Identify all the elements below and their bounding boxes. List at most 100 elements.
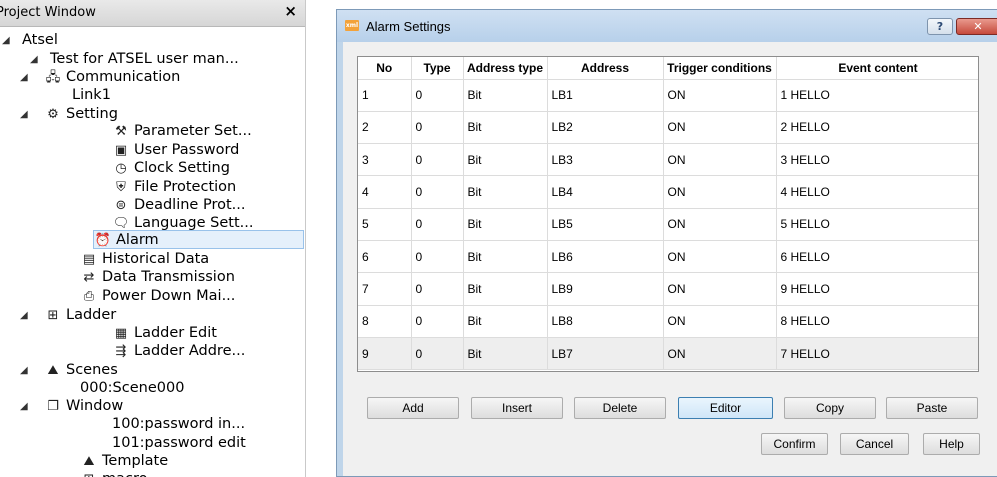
cell-no: 9 bbox=[358, 337, 412, 371]
tree-item-label: Window bbox=[66, 398, 124, 414]
tree-item-deadline-prot[interactable]: ⊜ Deadline Prot... bbox=[112, 196, 246, 215]
tree-item-communication[interactable]: ◢ 🖧 Communication bbox=[20, 68, 180, 87]
cell-no: 8 bbox=[358, 305, 412, 338]
table-row[interactable]: 2 0 Bit LB2 ON 2 HELLO bbox=[358, 111, 978, 145]
tree-item-user-password[interactable]: ▣ User Password bbox=[112, 141, 240, 160]
cell-event-content: 6 HELLO bbox=[776, 240, 978, 274]
column-header-address-type[interactable]: Address type bbox=[463, 57, 548, 80]
password-icon: ▣ bbox=[114, 143, 128, 158]
tree-item-ladder[interactable]: ◢ ⊞ Ladder bbox=[20, 306, 116, 325]
insert-button[interactable]: Insert bbox=[471, 397, 563, 419]
tree-item-label: Clock Setting bbox=[134, 160, 230, 176]
expand-toggle-icon[interactable]: ◢ bbox=[20, 68, 34, 87]
close-icon[interactable]: × bbox=[284, 2, 297, 20]
expand-toggle-icon[interactable]: ◢ bbox=[20, 105, 34, 124]
tree-item-label: Alarm bbox=[116, 232, 159, 248]
tree-item-label: Link1 bbox=[72, 87, 111, 103]
window-icon: ❐ bbox=[47, 399, 59, 414]
expand-toggle-icon[interactable]: ◢ bbox=[20, 361, 34, 380]
tree-item-label: Ladder Edit bbox=[134, 325, 217, 341]
tree-item-window[interactable]: ◢ ❐ Window bbox=[20, 397, 123, 416]
table-row[interactable]: 7 0 Bit LB9 ON 9 HELLO bbox=[358, 272, 978, 306]
template-icon: ⛰ bbox=[83, 454, 95, 469]
expand-toggle-icon[interactable]: ◢ bbox=[20, 306, 34, 325]
tree-item-clock-setting[interactable]: ◷ Clock Setting bbox=[112, 159, 230, 178]
column-header-event-content[interactable]: Event content bbox=[776, 57, 978, 80]
column-header-no[interactable]: No bbox=[358, 57, 412, 80]
cell-address-type: Bit bbox=[463, 208, 548, 241]
expand-toggle-icon[interactable]: ◢ bbox=[20, 397, 34, 416]
tree-item-setting[interactable]: ◢ ⚙ Setting bbox=[20, 105, 118, 124]
confirm-button[interactable]: Confirm bbox=[761, 433, 828, 455]
table-header-row: No Type Address type Address Trigger con… bbox=[358, 57, 978, 80]
alarm-settings-dialog: xml Alarm Settings ? ✕ No Type Address t… bbox=[336, 9, 997, 477]
tree-item-ladder-edit[interactable]: ▦ Ladder Edit bbox=[112, 324, 217, 343]
tree-item-power-down-mai[interactable]: ⎙ Power Down Mai... bbox=[80, 287, 236, 306]
alarm-table: No Type Address type Address Trigger con… bbox=[357, 56, 979, 372]
cell-type: 0 bbox=[411, 143, 464, 177]
tree-item-data-transmission[interactable]: ⇄ Data Transmission bbox=[80, 268, 235, 287]
cell-event-content: 5 HELLO bbox=[776, 208, 978, 241]
tree-item-ladder-addre[interactable]: ⇶ Ladder Addre... bbox=[112, 342, 246, 361]
macro-icon: ⊞ bbox=[80, 470, 98, 477]
cancel-button[interactable]: Cancel bbox=[840, 433, 909, 455]
cell-no: 6 bbox=[358, 240, 412, 274]
ladder-icon: ⊞ bbox=[47, 308, 59, 323]
dialog-title: Alarm Settings bbox=[366, 19, 451, 34]
cell-event-content: 2 HELLO bbox=[776, 111, 978, 145]
tree-item-label: User Password bbox=[134, 142, 240, 158]
tree-item-macro[interactable]: ⊞ macro bbox=[80, 470, 148, 477]
table-row[interactable]: 6 0 Bit LB6 ON 6 HELLO bbox=[358, 240, 978, 274]
close-icon[interactable]: ✕ bbox=[956, 18, 997, 35]
cell-type: 0 bbox=[411, 111, 464, 145]
editor-button[interactable]: Editor bbox=[678, 397, 773, 419]
tree-item-test-for-atsel[interactable]: ◢ Test for ATSEL user man... bbox=[30, 50, 239, 69]
table-row[interactable]: 5 0 Bit LB5 ON 5 HELLO bbox=[358, 208, 978, 241]
tree-item-link1[interactable]: Link1 bbox=[72, 86, 111, 105]
help-button[interactable]: Help bbox=[923, 433, 980, 455]
tree-item-parameter-set[interactable]: ⚒ Parameter Set... bbox=[112, 122, 252, 141]
app-icon: xml bbox=[345, 20, 359, 31]
tree-item-template[interactable]: ⛰ Template bbox=[80, 452, 169, 471]
expand-toggle-icon[interactable]: ◢ bbox=[30, 50, 44, 69]
column-header-address[interactable]: Address bbox=[547, 57, 664, 80]
cell-no: 2 bbox=[358, 111, 412, 145]
copy-button[interactable]: Copy bbox=[784, 397, 876, 419]
cell-address: LB8 bbox=[547, 305, 664, 338]
table-row[interactable]: 9 0 Bit LB7 ON 7 HELLO bbox=[358, 337, 978, 371]
table-row[interactable]: 3 0 Bit LB3 ON 3 HELLO bbox=[358, 143, 978, 177]
cell-no: 4 bbox=[358, 175, 412, 209]
cell-address-type: Bit bbox=[463, 111, 548, 145]
paste-button[interactable]: Paste bbox=[886, 397, 978, 419]
cell-trigger-conditions: ON bbox=[663, 305, 777, 338]
table-row[interactable]: 8 0 Bit LB8 ON 8 HELLO bbox=[358, 305, 978, 338]
help-icon[interactable]: ? bbox=[927, 18, 953, 35]
alarm-icon: ⏰ bbox=[94, 233, 112, 248]
tools-icon: ⚒ bbox=[115, 124, 127, 139]
gear-icon: ⚙ bbox=[47, 107, 59, 122]
tree-item-atsel[interactable]: ◢ Atsel bbox=[2, 31, 58, 50]
cell-trigger-conditions: ON bbox=[663, 208, 777, 241]
column-header-type[interactable]: Type bbox=[411, 57, 464, 80]
column-header-trigger-conditions[interactable]: Trigger conditions bbox=[663, 57, 777, 80]
tree-item-scenes[interactable]: ◢ ⛰ Scenes bbox=[20, 361, 118, 380]
cell-address: LB9 bbox=[547, 272, 664, 306]
tree-item-scene000[interactable]: 000:Scene000 bbox=[80, 379, 184, 398]
cell-trigger-conditions: ON bbox=[663, 175, 777, 209]
tree-item-password-edit[interactable]: 101:password edit bbox=[112, 434, 246, 453]
tree-item-password-in[interactable]: 100:password in... bbox=[112, 415, 245, 434]
tree-item-file-protection[interactable]: ⛨ File Protection bbox=[112, 178, 236, 197]
cell-address-type: Bit bbox=[463, 143, 548, 177]
cell-event-content: 7 HELLO bbox=[776, 337, 978, 371]
tree-item-historical-data[interactable]: ▤ Historical Data bbox=[80, 250, 209, 269]
add-button[interactable]: Add bbox=[367, 397, 459, 419]
delete-button[interactable]: Delete bbox=[574, 397, 666, 419]
expand-toggle-icon[interactable]: ◢ bbox=[2, 31, 16, 50]
table-row[interactable]: 1 0 Bit LB1 ON 1 HELLO bbox=[358, 79, 978, 112]
divider bbox=[306, 0, 336, 477]
tree-item-alarm[interactable]: ⏰ Alarm bbox=[93, 230, 304, 249]
tree-item-label: Communication bbox=[66, 69, 181, 85]
cell-trigger-conditions: ON bbox=[663, 111, 777, 145]
cell-trigger-conditions: ON bbox=[663, 337, 777, 371]
table-row[interactable]: 4 0 Bit LB4 ON 4 HELLO bbox=[358, 175, 978, 209]
